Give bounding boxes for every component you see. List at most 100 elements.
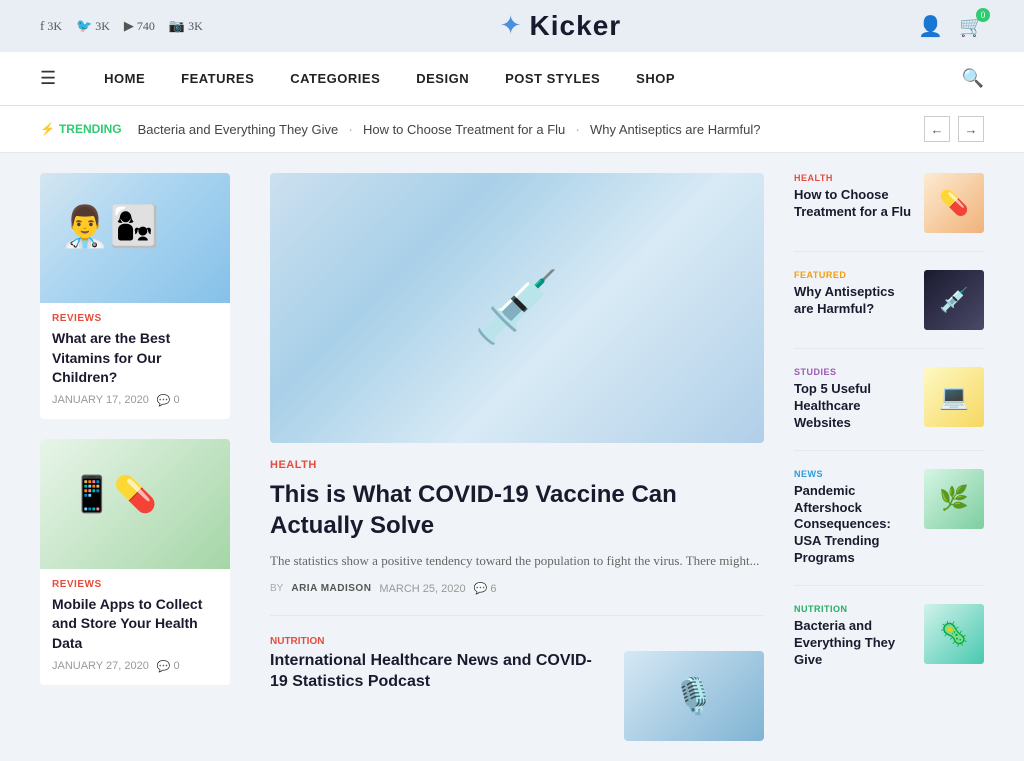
top-right-actions: 👤 🛒 0 bbox=[918, 14, 984, 39]
left-article-2-date: JANUARY 27, 2020 bbox=[52, 660, 149, 672]
right-article-3-category[interactable]: STUDIES bbox=[794, 367, 914, 377]
left-article-1-body: REVIEWS What are the Best Vitamins for O… bbox=[40, 303, 230, 419]
nav-features[interactable]: FEATURES bbox=[163, 53, 272, 104]
right-article-3-title[interactable]: Top 5 Useful Healthcare Websites bbox=[794, 381, 914, 432]
left-article-1-category[interactable]: REVIEWS bbox=[52, 313, 218, 324]
left-article-1-title[interactable]: What are the Best Vitamins for Our Child… bbox=[52, 329, 218, 388]
second-article-image[interactable]: 🎙️ bbox=[624, 651, 764, 741]
right-article-4-thumbnail[interactable]: 🌿 bbox=[924, 469, 984, 529]
second-article-category[interactable]: NUTRITION bbox=[270, 636, 764, 647]
trending-dot-2: · bbox=[575, 121, 580, 137]
right-article-3-thumbnail[interactable]: 💻 bbox=[924, 367, 984, 427]
trending-prev-button[interactable]: ← bbox=[924, 116, 950, 142]
right-article-4-category[interactable]: NEWS bbox=[794, 469, 914, 479]
right-article-5-thumbnail[interactable]: 🦠 bbox=[924, 604, 984, 664]
right-article-4: NEWS Pandemic Aftershock Consequences: U… bbox=[794, 469, 984, 586]
right-column: HEALTH How to Choose Treatment for a Flu… bbox=[784, 173, 984, 741]
nav-home[interactable]: HOME bbox=[86, 53, 163, 104]
nav-post-styles[interactable]: POST STYLES bbox=[487, 53, 618, 104]
search-icon[interactable]: 🔍 bbox=[962, 68, 984, 89]
right-article-2-title[interactable]: Why Antiseptics are Harmful? bbox=[794, 284, 914, 318]
left-article-2-image bbox=[40, 439, 230, 569]
right-article-3: STUDIES Top 5 Useful Healthcare Websites… bbox=[794, 367, 984, 451]
facebook-link[interactable]: f 3K bbox=[40, 18, 62, 34]
trending-item-2[interactable]: How to Choose Treatment for a Flu bbox=[363, 122, 565, 137]
right-article-1-title[interactable]: How to Choose Treatment for a Flu bbox=[794, 187, 914, 221]
trending-label: ⚡ TRENDING bbox=[40, 122, 122, 136]
main-content: REVIEWS What are the Best Vitamins for O… bbox=[0, 153, 1024, 761]
trending-item-1[interactable]: Bacteria and Everything They Give bbox=[138, 122, 339, 137]
right-article-1-thumbnail[interactable]: 💊 bbox=[924, 173, 984, 233]
right-article-1-category[interactable]: HEALTH bbox=[794, 173, 914, 183]
right-article-1-text: HEALTH How to Choose Treatment for a Flu bbox=[794, 173, 914, 221]
cart-icon[interactable]: 🛒 0 bbox=[959, 14, 984, 39]
nav-design[interactable]: DESIGN bbox=[398, 53, 487, 104]
instagram-icon: 📷 bbox=[169, 18, 185, 34]
left-article-1-meta: JANUARY 17, 2020 💬 0 bbox=[52, 394, 218, 407]
left-article-2-body: REVIEWS Mobile Apps to Collect and Store… bbox=[40, 569, 230, 685]
right-article-5-category[interactable]: NUTRITION bbox=[794, 604, 914, 614]
nav-shop[interactable]: SHOP bbox=[618, 53, 693, 104]
left-article-1-date: JANUARY 17, 2020 bbox=[52, 394, 149, 406]
cart-badge: 0 bbox=[976, 8, 990, 22]
left-article-1-comments: 💬 0 bbox=[157, 394, 180, 407]
logo-icon: ✦ bbox=[500, 11, 522, 41]
user-icon[interactable]: 👤 bbox=[918, 14, 943, 39]
youtube-link[interactable]: ▶ 740 bbox=[124, 18, 155, 34]
featured-comments: 💬 6 bbox=[474, 582, 497, 595]
logo[interactable]: ✦ Kicker bbox=[500, 10, 621, 42]
nav-categories[interactable]: CATEGORIES bbox=[272, 53, 398, 104]
second-article-title[interactable]: International Healthcare News and COVID-… bbox=[270, 651, 608, 693]
right-article-5-text: NUTRITION Bacteria and Everything They G… bbox=[794, 604, 914, 669]
twitter-icon: 🐦 bbox=[76, 18, 92, 34]
podcast-icon: 🎙️ bbox=[672, 676, 716, 717]
left-column: REVIEWS What are the Best Vitamins for O… bbox=[40, 173, 250, 741]
trending-next-button[interactable]: → bbox=[958, 116, 984, 142]
right-article-5: NUTRITION Bacteria and Everything They G… bbox=[794, 604, 984, 687]
featured-excerpt: The statistics show a positive tendency … bbox=[270, 551, 764, 572]
instagram-link[interactable]: 📷 3K bbox=[169, 18, 203, 34]
social-links: f 3K 🐦 3K ▶ 740 📷 3K bbox=[40, 18, 203, 34]
trending-items: Bacteria and Everything They Give · How … bbox=[138, 121, 908, 137]
trending-bar: ⚡ TRENDING Bacteria and Everything They … bbox=[0, 106, 1024, 153]
second-article-text: International Healthcare News and COVID-… bbox=[270, 651, 608, 741]
right-article-2-thumbnail[interactable]: 💉 bbox=[924, 270, 984, 330]
facebook-icon: f bbox=[40, 18, 44, 34]
featured-article-image[interactable]: 💉 bbox=[270, 173, 764, 443]
trending-nav: ← → bbox=[924, 116, 984, 142]
trending-dot-1: · bbox=[348, 121, 353, 137]
right-article-1: HEALTH How to Choose Treatment for a Flu… bbox=[794, 173, 984, 252]
youtube-icon: ▶ bbox=[124, 18, 134, 34]
right-article-4-text: NEWS Pandemic Aftershock Consequences: U… bbox=[794, 469, 914, 567]
twitter-link[interactable]: 🐦 3K bbox=[76, 18, 110, 34]
left-article-1: REVIEWS What are the Best Vitamins for O… bbox=[40, 173, 230, 419]
left-article-2-category[interactable]: REVIEWS bbox=[52, 579, 218, 590]
left-article-2: REVIEWS Mobile Apps to Collect and Store… bbox=[40, 439, 230, 685]
logo-text: Kicker bbox=[530, 10, 622, 42]
hamburger-menu[interactable]: ☰ bbox=[40, 52, 56, 105]
comment-icon: 💬 bbox=[157, 394, 171, 407]
featured-category[interactable]: HEALTH bbox=[270, 459, 764, 471]
syringe-visual: 💉 bbox=[270, 173, 764, 443]
facebook-count: 3K bbox=[47, 19, 62, 34]
second-article-wrapper: International Healthcare News and COVID-… bbox=[270, 651, 764, 741]
featured-title[interactable]: This is What COVID-19 Vaccine Can Actual… bbox=[270, 479, 764, 541]
right-article-5-title[interactable]: Bacteria and Everything They Give bbox=[794, 618, 914, 669]
trending-item-3[interactable]: Why Antiseptics are Harmful? bbox=[590, 122, 761, 137]
divider bbox=[270, 615, 764, 616]
lightning-icon: ⚡ bbox=[40, 122, 55, 136]
featured-author[interactable]: ARIA MADISON bbox=[291, 583, 371, 594]
featured-meta: BY ARIA MADISON MARCH 25, 2020 💬 6 bbox=[270, 582, 764, 595]
left-article-1-image bbox=[40, 173, 230, 303]
top-bar: f 3K 🐦 3K ▶ 740 📷 3K ✦ Kicker 👤 🛒 0 bbox=[0, 0, 1024, 52]
by-label: BY bbox=[270, 583, 283, 594]
right-article-2-text: FEATURED Why Antiseptics are Harmful? bbox=[794, 270, 914, 318]
left-article-2-comments: 💬 0 bbox=[157, 660, 180, 673]
left-article-2-title[interactable]: Mobile Apps to Collect and Store Your He… bbox=[52, 595, 218, 654]
featured-date: MARCH 25, 2020 bbox=[379, 583, 465, 595]
right-article-2-category[interactable]: FEATURED bbox=[794, 270, 914, 280]
center-column: 💉 HEALTH This is What COVID-19 Vaccine C… bbox=[250, 173, 784, 741]
right-article-4-title[interactable]: Pandemic Aftershock Consequences: USA Tr… bbox=[794, 483, 914, 567]
instagram-count: 3K bbox=[188, 19, 203, 34]
comment-icon-featured: 💬 bbox=[474, 582, 488, 595]
